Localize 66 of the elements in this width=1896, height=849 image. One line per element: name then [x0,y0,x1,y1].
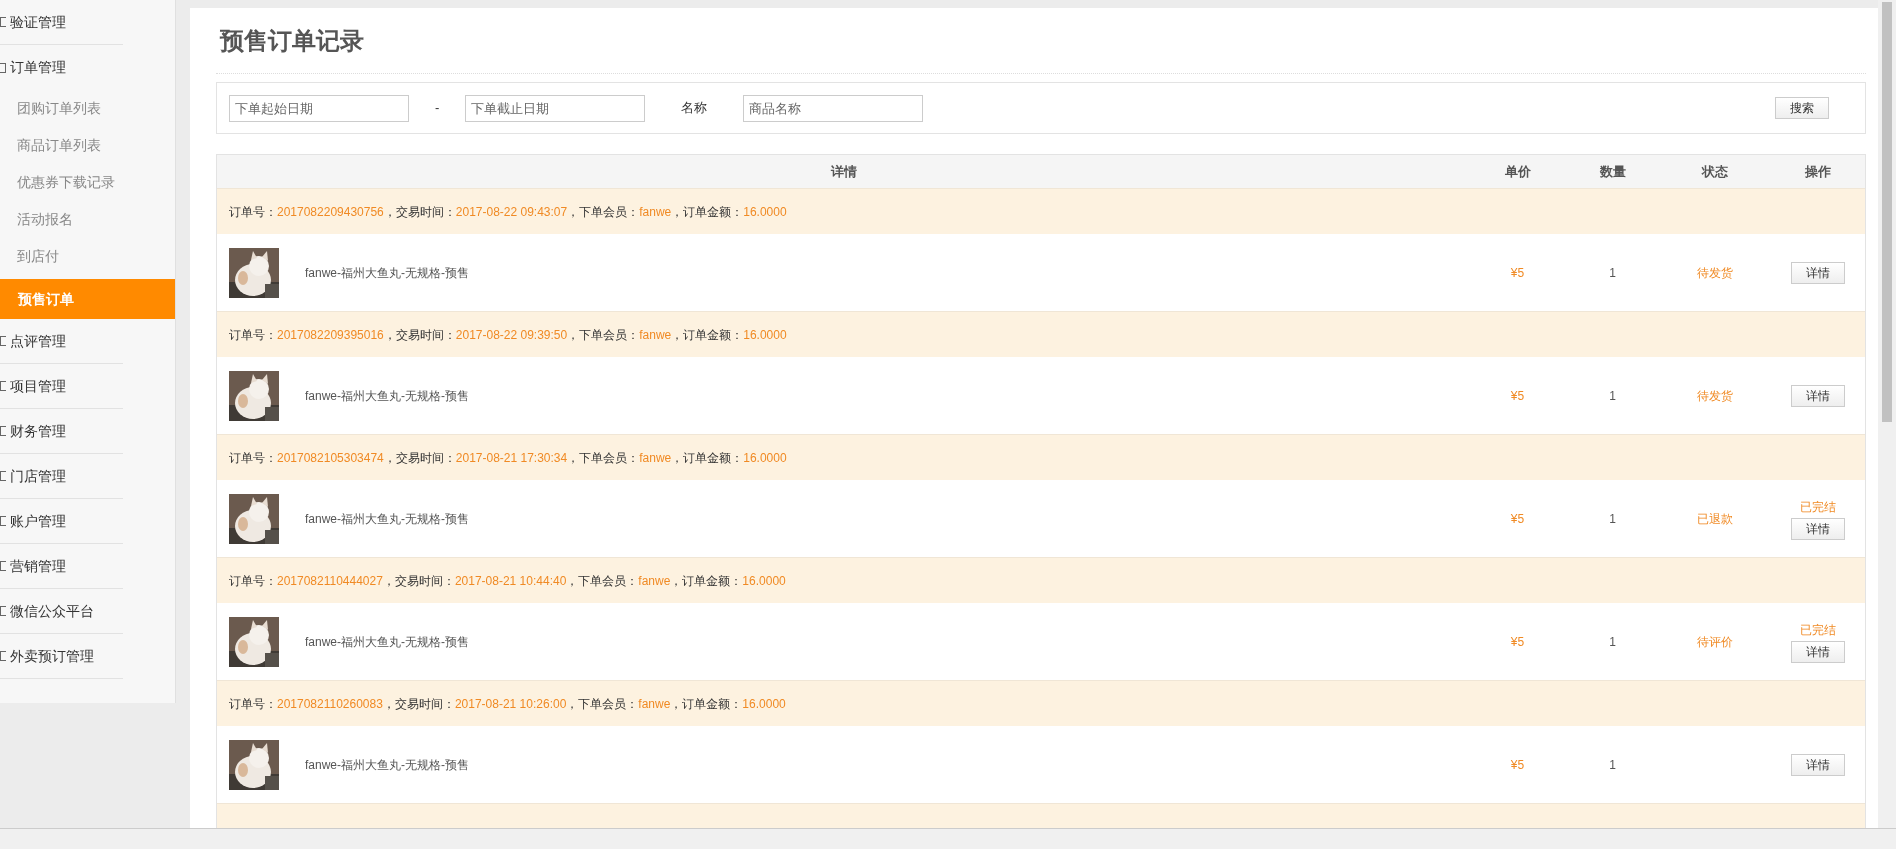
expand-icon [0,336,6,346]
quantity: 1 [1608,633,1617,651]
order-status: 待评价 [1696,633,1734,651]
unit-price: ¥5 [1509,387,1526,405]
sidebar-item[interactable]: 财务管理 [0,409,123,454]
unit-price: ¥5 [1509,264,1526,282]
search-button[interactable]: 搜索 [1775,97,1829,119]
details-button[interactable]: 详情 [1790,517,1845,540]
date-separator: - [435,99,440,118]
sidebar-item[interactable]: 验证管理 [0,0,123,45]
details-button[interactable]: 详情 [1790,640,1845,663]
details-button[interactable]: 详情 [1790,384,1845,407]
order-info: 订单号：2017082209430756，交易时间：2017-08-22 09:43:07，下单会员：fanwe，订单金额：16.0000 [229,203,787,221]
column-header: 详情 [829,162,858,181]
column-header: 数量 [1598,162,1627,181]
product-name: fanwe-福州大鱼丸-无规格-预售 [305,756,469,774]
unit-price: ¥5 [1509,510,1526,528]
quantity: 1 [1608,387,1617,405]
order-info: 订单号：2017082110260083，交易时间：2017-08-21 10:26:00，下单会员：fanwe，订单金额：16.0000 [229,695,786,713]
expand-icon [0,426,6,436]
order-status: 已退款 [1696,510,1734,528]
product-name: fanwe-福州大鱼丸-无规格-预售 [305,633,469,651]
sidebar-item[interactable]: 账户管理 [0,499,123,544]
sidebar-item[interactable]: 外卖预订管理 [0,634,123,679]
name-label: 名称 [681,99,708,118]
expand-icon [0,606,6,616]
end-date-field[interactable]: 下单截止日期 [465,94,646,122]
column-header: 单价 [1503,162,1532,181]
scrollbar[interactable] [1878,0,1896,828]
collapse-icon [0,62,6,73]
unit-price: ¥5 [1509,633,1526,651]
quantity: 1 [1608,264,1617,282]
product-name: fanwe-福州大鱼丸-无规格-预售 [305,510,469,528]
sidebar-subitem[interactable]: 商品订单列表 [0,127,123,164]
expand-icon [0,17,6,27]
expand-icon [0,651,6,661]
quantity: 1 [1608,756,1617,774]
expand-icon [0,516,6,526]
expand-icon [0,561,6,571]
sidebar-item[interactable]: 项目管理 [0,364,123,409]
sidebar-item[interactable]: 微信公众平台 [0,589,123,634]
details-button[interactable]: 详情 [1790,753,1845,776]
expand-icon [0,471,6,481]
details-button[interactable]: 详情 [1790,261,1845,284]
sidebar-item[interactable]: 门店管理 [0,454,123,499]
start-date-field[interactable]: 下单起始日期 [229,94,409,122]
order-status: 待发货 [1696,264,1734,282]
column-header: 状态 [1700,162,1729,181]
completion-status: 已完结 [1799,498,1836,516]
order-info: 订单号：2017082110444027，交易时间：2017-08-21 10:44:40，下单会员：fanwe，订单金额：16.0000 [229,572,786,590]
product-name-field[interactable]: 商品名称 [743,94,924,122]
page-title: 预售订单记录 [220,25,364,56]
sidebar-item[interactable]: 订单管理 [0,45,123,90]
expand-icon [0,381,6,391]
order-info: 订单号：2017082105303474，交易时间：2017-08-21 17:30:34，下单会员：fanwe，订单金额：16.0000 [229,449,787,467]
order-info: 订单号：2017082209395016，交易时间：2017-08-22 09:39:50，下单会员：fanwe，订单金额：16.0000 [229,326,787,344]
sidebar-subitem[interactable]: 活动报名 [0,201,123,238]
completion-status: 已完结 [1799,621,1836,639]
sidebar-item[interactable]: 营销管理 [0,544,123,589]
unit-price: ¥5 [1509,756,1526,774]
product-name: fanwe-福州大鱼丸-无规格-预售 [305,264,469,282]
product-name: fanwe-福州大鱼丸-无规格-预售 [305,387,469,405]
order-status: 待发货 [1696,387,1734,405]
sidebar-item[interactable]: 点评管理 [0,319,123,364]
quantity: 1 [1608,510,1617,528]
column-header: 操作 [1803,162,1832,181]
